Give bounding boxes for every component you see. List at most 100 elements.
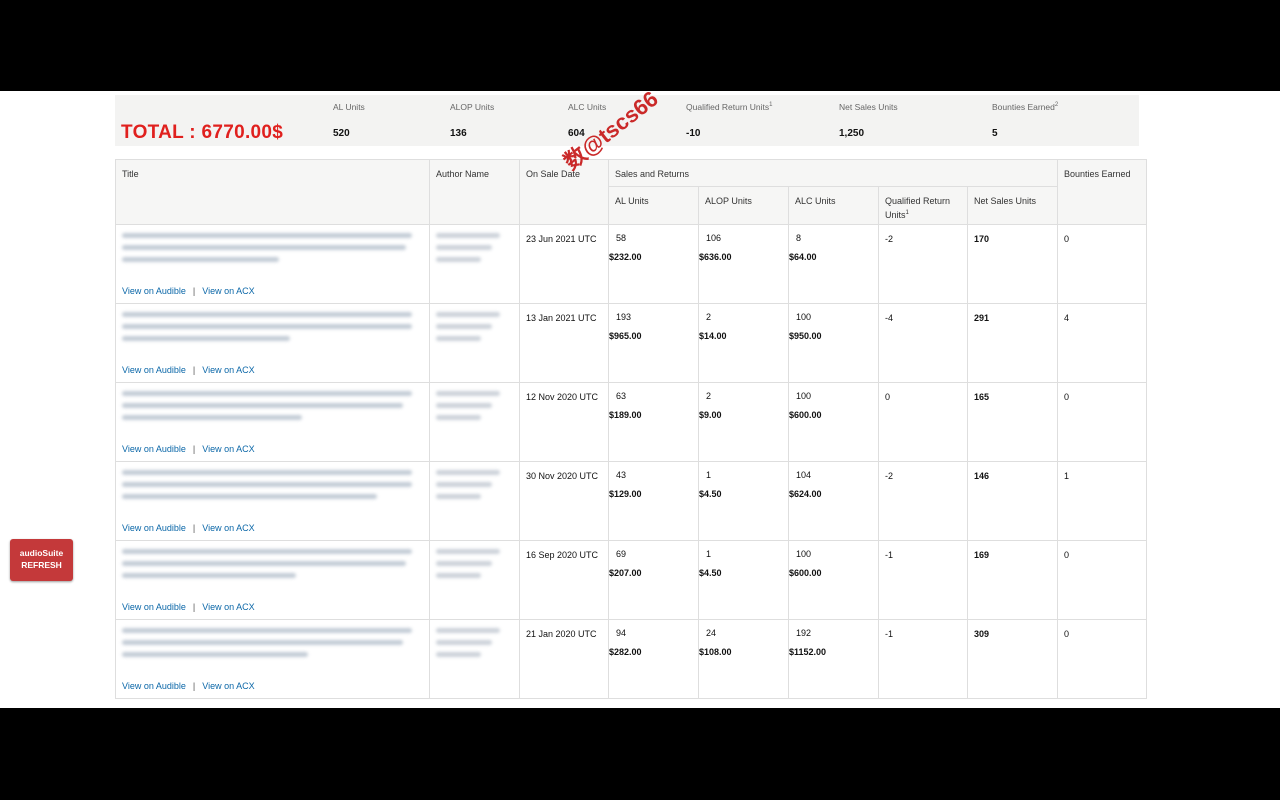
- net-sales-value: 309: [974, 629, 990, 639]
- col-header-al-units: AL Units: [608, 186, 699, 225]
- title-cell: View on Audible | View on ACX: [115, 382, 430, 462]
- summary-value: -10: [686, 128, 701, 139]
- alc-units-value: 104: [796, 470, 812, 480]
- link-separator: |: [192, 286, 196, 296]
- alop-units-cell: 24 $108.00: [698, 619, 789, 699]
- alop-units-cell: 1 $4.50: [698, 461, 789, 541]
- net-sales-value: 291: [974, 313, 990, 323]
- alop-units-cell: 2 $14.00: [698, 303, 789, 383]
- view-on-acx-link[interactable]: View on ACX: [202, 286, 254, 296]
- title-cell: View on Audible | View on ACX: [115, 461, 430, 541]
- bounties-cell: 0: [1057, 619, 1148, 699]
- bounties-cell: 1: [1057, 461, 1148, 541]
- blurred-title: [122, 549, 412, 585]
- alop-units-value: 2: [706, 312, 712, 322]
- on-sale-date: 23 Jun 2021 UTC: [526, 234, 597, 244]
- alop-units-cell: 1 $4.50: [698, 540, 789, 620]
- audiosuite-refresh-button[interactable]: audioSuite REFRESH: [10, 539, 73, 581]
- alc-units-cell: 104 $624.00: [788, 461, 879, 541]
- alop-units-value: 2: [706, 391, 712, 401]
- summary-value: 520: [333, 128, 350, 139]
- view-on-acx-link[interactable]: View on ACX: [202, 602, 254, 612]
- al-units-cell: 58 $232.00: [608, 224, 699, 304]
- col-group-sales-returns: Sales and Returns: [607, 159, 1059, 187]
- button-label-top: audioSuite: [19, 548, 64, 558]
- alop-units-value: 1: [706, 549, 712, 559]
- alop-units-amount: $108.00: [699, 647, 732, 657]
- alop-units-amount: $4.50: [699, 568, 722, 578]
- net-sales-cell: 309: [966, 619, 1059, 699]
- summary-label-text: Bounties Earned: [992, 102, 1055, 112]
- alc-units-cell: 8 $64.00: [788, 224, 879, 304]
- title-cell: View on Audible | View on ACX: [115, 224, 430, 304]
- bounties-cell: 0: [1057, 540, 1148, 620]
- view-on-acx-link[interactable]: View on ACX: [202, 523, 254, 533]
- alc-units-cell: 100 $950.00: [788, 303, 879, 383]
- al-units-amount: $282.00: [609, 647, 642, 657]
- al-units-value: 69: [616, 549, 627, 559]
- al-units-cell: 63 $189.00: [608, 382, 699, 462]
- alc-units-amount: $624.00: [789, 489, 822, 499]
- view-on-acx-link[interactable]: View on ACX: [202, 681, 254, 691]
- alc-units-amount: $600.00: [789, 568, 822, 578]
- al-units-amount: $232.00: [609, 252, 642, 262]
- summary-label: Net Sales Units: [839, 102, 898, 112]
- col-header-on-sale-date: On Sale Date: [519, 159, 609, 225]
- view-on-audible-link[interactable]: View on Audible: [122, 286, 186, 296]
- alc-units-amount: $1152.00: [789, 647, 827, 657]
- blurred-author: [436, 391, 500, 427]
- header-text: Title: [122, 169, 139, 179]
- author-cell: [429, 619, 520, 699]
- alop-units-value: 24: [706, 628, 717, 638]
- al-units-cell: 94 $282.00: [608, 619, 699, 699]
- view-on-audible-link[interactable]: View on Audible: [122, 523, 186, 533]
- alc-units-value: 100: [796, 391, 812, 401]
- net-sales-cell: 170: [966, 224, 1059, 304]
- col-header-alc-units: ALC Units: [788, 186, 879, 225]
- qualified-returns-value: 0: [885, 392, 891, 402]
- bounties-cell: 0: [1057, 224, 1148, 304]
- al-units-amount: $189.00: [609, 410, 642, 420]
- qualified-returns-cell: -1: [878, 540, 968, 620]
- al-units-value: 43: [616, 470, 627, 480]
- view-on-audible-link[interactable]: View on Audible: [122, 444, 186, 454]
- title-links: View on Audible | View on ACX: [122, 523, 255, 533]
- col-header-title: Title: [115, 159, 430, 225]
- net-sales-cell: 169: [966, 540, 1059, 620]
- on-sale-date: 12 Nov 2020 UTC: [526, 392, 599, 402]
- view-on-audible-link[interactable]: View on Audible: [122, 681, 186, 691]
- blurred-author: [436, 549, 500, 585]
- bounties-value: 0: [1064, 392, 1070, 402]
- blurred-title: [122, 470, 412, 506]
- al-units-value: 193: [616, 312, 632, 322]
- view-on-audible-link[interactable]: View on Audible: [122, 365, 186, 375]
- view-on-acx-link[interactable]: View on ACX: [202, 365, 254, 375]
- sales-table: Title Author Name On Sale Date Sales and…: [115, 159, 1148, 699]
- view-on-acx-link[interactable]: View on ACX: [202, 444, 254, 454]
- link-separator: |: [192, 602, 196, 612]
- bounties-cell: 4: [1057, 303, 1148, 383]
- blurred-author: [436, 312, 500, 348]
- al-units-value: 94: [616, 628, 627, 638]
- title-links: View on Audible | View on ACX: [122, 365, 255, 375]
- alop-units-amount: $9.00: [699, 410, 722, 420]
- view-on-audible-link[interactable]: View on Audible: [122, 602, 186, 612]
- title-cell: View on Audible | View on ACX: [115, 303, 430, 383]
- alop-units-value: 106: [706, 233, 722, 243]
- on-sale-date-cell: 13 Jan 2021 UTC: [519, 303, 609, 383]
- net-sales-cell: 165: [966, 382, 1059, 462]
- on-sale-date: 21 Jan 2020 UTC: [526, 629, 597, 639]
- alc-units-cell: 100 $600.00: [788, 540, 879, 620]
- alc-units-cell: 100 $600.00: [788, 382, 879, 462]
- header-text: AL Units: [615, 196, 649, 206]
- alop-units-amount: $14.00: [699, 331, 727, 341]
- qualified-returns-value: -2: [885, 471, 894, 481]
- footnote-marker: 1: [905, 210, 909, 216]
- link-separator: |: [192, 681, 196, 691]
- header-text: Qualified Return Units1: [879, 187, 967, 221]
- header-text: ALOP Units: [705, 196, 752, 206]
- alop-units-cell: 106 $636.00: [698, 224, 789, 304]
- author-cell: [429, 224, 520, 304]
- qualified-returns-value: -1: [885, 550, 894, 560]
- table-row: View on Audible | View on ACX 13 Jan 2021 U…: [115, 303, 1148, 383]
